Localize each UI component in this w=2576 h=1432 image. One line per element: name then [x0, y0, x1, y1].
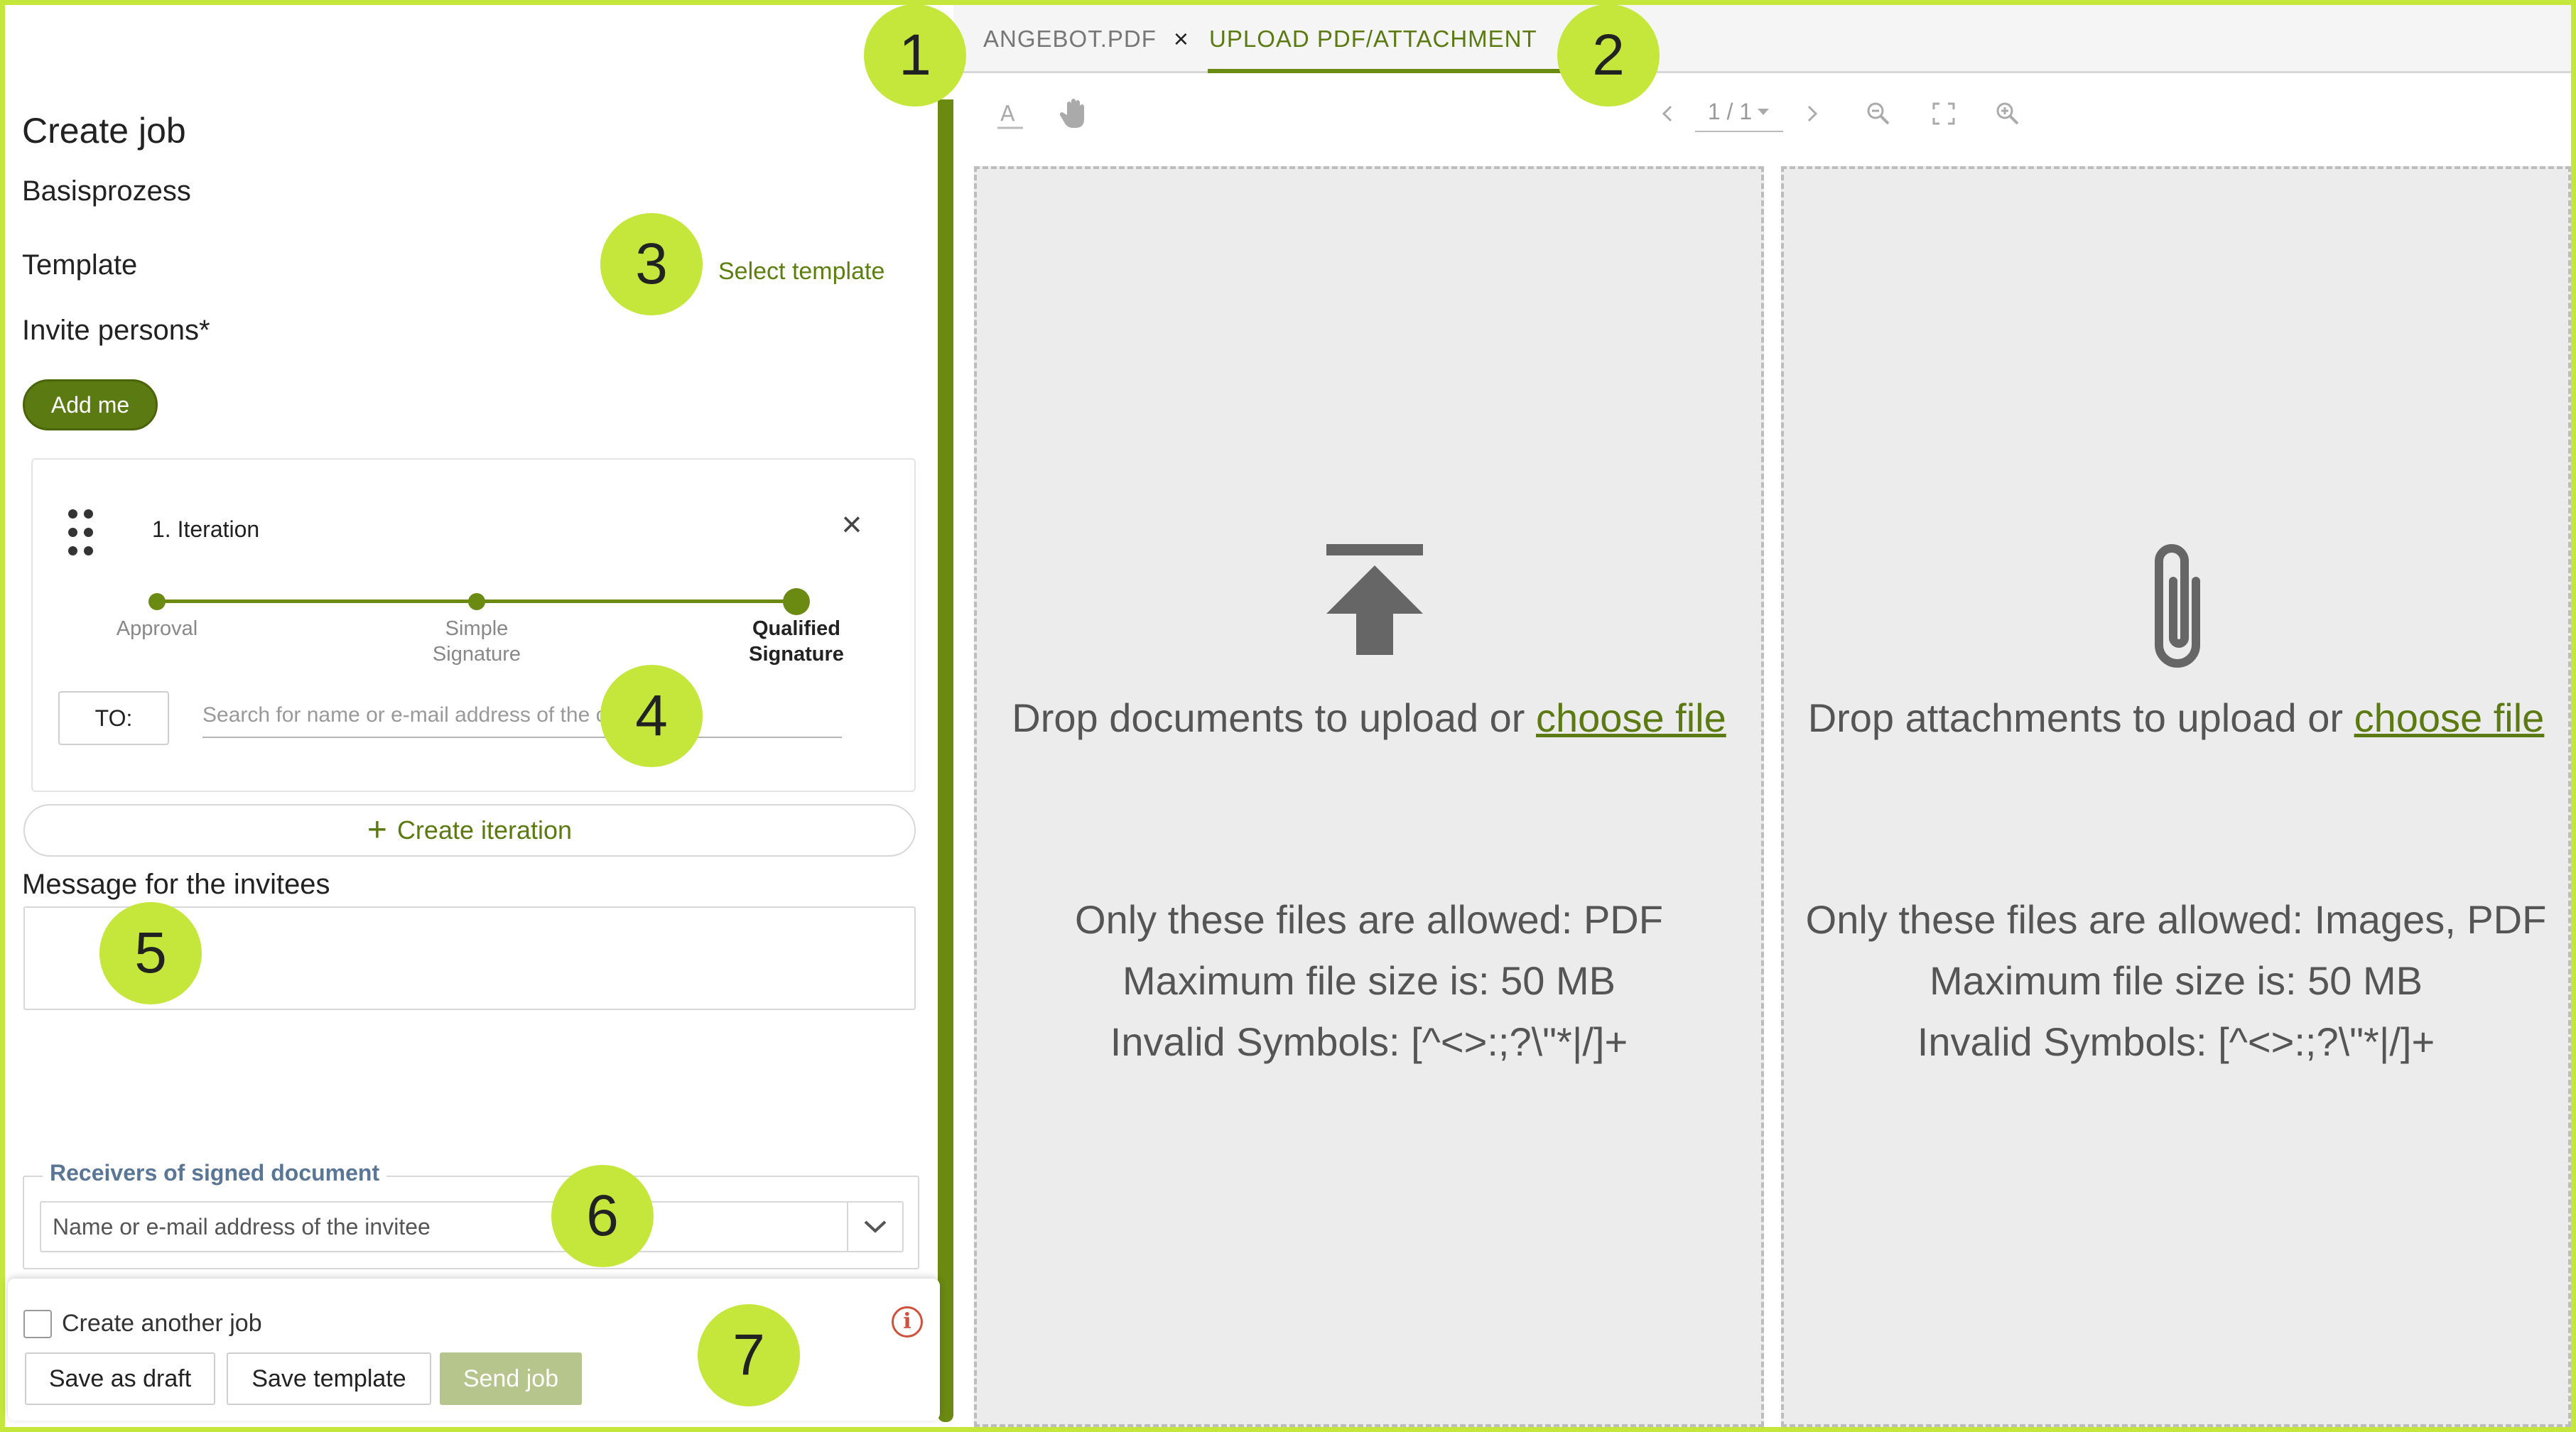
create-iteration-button[interactable]: + Create iteration: [23, 804, 916, 857]
callout-badge: 3: [600, 213, 703, 315]
panel-divider[interactable]: [938, 99, 953, 1422]
iteration-title: 1. Iteration: [152, 516, 260, 542]
info-icon[interactable]: i: [892, 1306, 923, 1338]
create-iteration-label: Create iteration: [396, 815, 573, 845]
message-label: Message for the invitees: [22, 869, 330, 900]
step-dot-approval[interactable]: [148, 593, 166, 610]
send-job-button[interactable]: Send job: [440, 1352, 582, 1405]
caret-down-icon: [1758, 109, 1770, 115]
max-size: Maximum file size is: 50 MB: [1122, 958, 1616, 1003]
receivers-input[interactable]: [40, 1201, 847, 1252]
fullscreen-icon[interactable]: [1930, 99, 1958, 128]
upload-icon: [1325, 544, 1424, 658]
tab-upload[interactable]: UPLOAD PDF/ATTACHMENT: [1209, 5, 1537, 73]
choose-file-link[interactable]: choose file: [2354, 695, 2545, 740]
to-button[interactable]: TO:: [58, 691, 169, 745]
zoom-in-icon[interactable]: [1993, 99, 2022, 128]
chevron-left-icon[interactable]: [1657, 99, 1678, 128]
contact-search-input[interactable]: [202, 694, 842, 738]
tab-label: ANGEBOT.PDF: [983, 26, 1157, 52]
paperclip-icon: [2136, 531, 2221, 683]
hand-pan-icon[interactable]: [1059, 95, 1091, 131]
create-another-job-label: Create another job: [62, 1310, 262, 1337]
active-tab-indicator: [1208, 69, 1566, 73]
save-template-button[interactable]: Save template: [227, 1352, 431, 1405]
step-label-approval: Approval: [116, 617, 198, 640]
documents-drop-zone[interactable]: Drop documents to upload or choose file …: [974, 166, 1764, 1427]
attachments-rules: Only these files are allowed: Images, PD…: [1784, 889, 2568, 1073]
close-icon[interactable]: ×: [834, 506, 870, 542]
document-tabs: ANGEBOT.PDF × UPLOAD PDF/ATTACHMENT: [953, 5, 2571, 73]
chevron-right-icon[interactable]: [1802, 99, 1823, 128]
page-title: Create job: [22, 111, 186, 151]
step-label-qualified: Qualified Signature: [749, 617, 844, 666]
documents-rules: Only these files are allowed: PDF Maximu…: [977, 889, 1761, 1073]
tab-label: UPLOAD PDF/ATTACHMENT: [1209, 26, 1537, 52]
invalid-symbols: Invalid Symbols: [^<>:;?\"*|/]+: [1110, 1019, 1628, 1064]
step-dot-simple[interactable]: [468, 593, 485, 610]
page-indicator: 1 / 1: [1707, 98, 1753, 124]
callout-badge: 5: [99, 902, 202, 1004]
max-size: Maximum file size is: 50 MB: [1930, 958, 2423, 1003]
step-dot-qualified[interactable]: [783, 588, 810, 615]
save-draft-button[interactable]: Save as draft: [25, 1352, 215, 1405]
receivers-legend: Receivers of signed document: [43, 1160, 387, 1186]
create-another-job-checkbox[interactable]: [23, 1310, 52, 1338]
iteration-card: 1. Iteration × Approval Simple Signature…: [31, 458, 916, 792]
callout-badge: 6: [551, 1165, 654, 1267]
receivers-fieldset: Receivers of signed document: [23, 1160, 919, 1269]
add-me-button[interactable]: Add me: [23, 379, 158, 430]
step-label-simple: Simple Signature: [432, 617, 521, 666]
callout-badge: 4: [600, 665, 703, 767]
callout-badge: 7: [698, 1304, 800, 1406]
template-label: Template: [22, 249, 138, 281]
zoom-out-icon[interactable]: [1864, 99, 1893, 128]
close-tab-icon[interactable]: ×: [1174, 24, 1189, 54]
allowed-types: Only these files are allowed: PDF: [1075, 897, 1663, 942]
plus-icon: +: [367, 811, 387, 849]
attachments-drop-zone[interactable]: Drop attachments to upload or choose fil…: [1781, 166, 2571, 1427]
callout-badge: 1: [864, 4, 966, 107]
documents-drop-text: Drop documents to upload or choose file: [1012, 695, 1726, 740]
viewer-toolbar: A 1 / 1: [953, 75, 2571, 159]
chevron-down-icon[interactable]: [847, 1201, 904, 1252]
svg-text:A: A: [1000, 102, 1015, 126]
upload-area: Drop documents to upload or choose file …: [953, 159, 2571, 1427]
process-name: Basisprozess: [22, 175, 191, 207]
invite-persons-label: Invite persons*: [22, 315, 210, 346]
callout-badge: 2: [1557, 4, 1660, 107]
page-selector[interactable]: 1 / 1: [1695, 92, 1783, 132]
drag-handle-icon[interactable]: [68, 509, 97, 556]
action-bar: Create another job i Save as draft Save …: [8, 1279, 940, 1421]
tab-angebot-pdf[interactable]: ANGEBOT.PDF ×: [983, 5, 1189, 73]
choose-file-link[interactable]: choose file: [1536, 695, 1726, 740]
select-template-link[interactable]: Select template: [718, 258, 884, 286]
create-job-panel: Create job Basisprozess Template Select …: [5, 5, 938, 1427]
invalid-symbols: Invalid Symbols: [^<>:;?\"*|/]+: [1917, 1019, 2435, 1064]
text-select-icon[interactable]: A: [995, 97, 1026, 132]
attachments-drop-text: Drop attachments to upload or choose fil…: [1807, 695, 2545, 740]
allowed-types: Only these files are allowed: Images, PD…: [1805, 897, 2547, 942]
